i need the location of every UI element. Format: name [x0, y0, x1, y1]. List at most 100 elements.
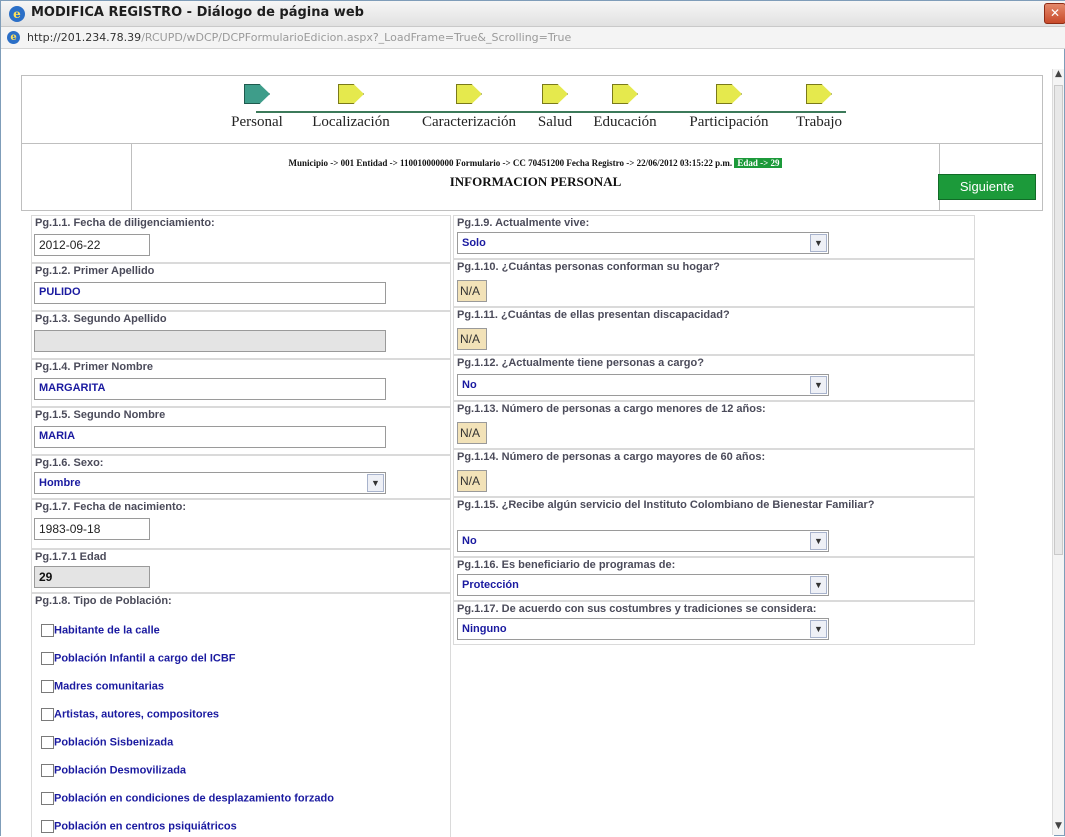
checkbox-icon[interactable]: [41, 680, 54, 693]
step-arrow-current-icon: [244, 84, 270, 104]
step-label: Localización: [312, 114, 390, 130]
fecha-nacimiento-input[interactable]: 1983-09-18: [34, 518, 150, 540]
field-label: Pg.1.9. Actualmente vive:: [457, 217, 590, 229]
checkbox-label: Habitante de la calle: [54, 624, 160, 637]
checkbox-centros-psiquiatricos[interactable]: Población en centros psiquiátricos: [41, 816, 237, 836]
costumbres-tradiciones-select[interactable]: Ninguno ▼: [457, 618, 829, 640]
costumbres-tradiciones-selected-value: Ninguno: [462, 623, 507, 635]
step-salud[interactable]: Salud: [532, 84, 578, 144]
checkbox-icon[interactable]: [41, 652, 54, 665]
checkbox-icon[interactable]: [41, 820, 54, 833]
field-primer-apellido: Pg.1.2. Primer Apellido PULIDO: [31, 263, 451, 311]
step-personal[interactable]: Personal: [218, 84, 296, 144]
actualmente-vive-select[interactable]: Solo ▼: [457, 232, 829, 254]
programas-beneficiario-select[interactable]: Protección ▼: [457, 574, 829, 596]
url-text: http://201.234.78.39/RCUPD/wDCP/DCPFormu…: [27, 31, 571, 44]
checkbox-icon[interactable]: [41, 792, 54, 805]
chevron-down-icon[interactable]: ▼: [810, 576, 827, 594]
checkbox-habitante-calle[interactable]: Habitante de la calle: [41, 620, 160, 640]
form-header: Personal Localización Caracterización Sa…: [21, 75, 1043, 211]
field-label: Pg.1.14. Número de personas a cargo mayo…: [457, 451, 766, 463]
url-host: http://201.234.78.39: [27, 31, 142, 44]
step-navigation: Personal Localización Caracterización Sa…: [22, 76, 1042, 144]
field-label: Pg.1.7. Fecha de nacimiento:: [35, 501, 186, 513]
checkbox-madres-comunitarias[interactable]: Madres comunitarias: [41, 676, 164, 696]
scrollbar-thumb[interactable]: [1054, 85, 1063, 555]
step-participacion[interactable]: Participación: [674, 84, 784, 144]
step-arrow-icon: [806, 84, 832, 104]
edad-input[interactable]: 29: [34, 566, 150, 588]
checkbox-label: Población Sisbenizada: [54, 736, 174, 749]
record-breadcrumb: Municipio -> 001 Entidad -> 110010000000…: [132, 158, 939, 168]
personas-a-cargo-select[interactable]: No ▼: [457, 374, 829, 396]
segundo-apellido-input[interactable]: [34, 330, 386, 352]
checkbox-label: Población Desmovilizada: [54, 764, 187, 777]
chevron-down-icon[interactable]: ▼: [810, 234, 827, 252]
step-localizacion[interactable]: Localización: [298, 84, 404, 144]
menores-12-input[interactable]: N/A: [457, 422, 487, 444]
sexo-selected-value: Hombre: [39, 477, 81, 489]
step-label: Caracterización: [421, 114, 517, 130]
step-arrow-icon: [542, 84, 568, 104]
checkbox-icon[interactable]: [41, 764, 54, 777]
next-button[interactable]: Siguiente: [938, 174, 1036, 200]
field-fecha-diligenciamiento: Pg.1.1. Fecha de diligenciamiento: 2012-…: [31, 215, 451, 263]
field-primer-nombre: Pg.1.4. Primer Nombre MARGARITA: [31, 359, 451, 407]
field-label: Pg.1.5. Segundo Nombre: [35, 409, 166, 421]
personas-a-cargo-selected-value: No: [462, 379, 477, 391]
field-personas-discapacidad: Pg.1.11. ¿Cuántas de ellas presentan dis…: [453, 307, 975, 355]
chevron-down-icon[interactable]: ▼: [367, 474, 384, 492]
checkbox-icon[interactable]: [41, 708, 54, 721]
breadcrumb-text: Municipio -> 001 Entidad -> 110010000000…: [288, 158, 733, 168]
step-trabajo[interactable]: Trabajo: [786, 84, 852, 144]
field-personas-hogar: Pg.1.10. ¿Cuántas personas conforman su …: [453, 259, 975, 307]
field-label: Pg.1.6. Sexo:: [35, 457, 104, 469]
personas-discapacidad-input[interactable]: N/A: [457, 328, 487, 350]
step-educacion[interactable]: Educación: [580, 84, 670, 144]
step-arrow-icon: [612, 84, 638, 104]
primer-apellido-input[interactable]: PULIDO: [34, 282, 386, 304]
field-segundo-nombre: Pg.1.5. Segundo Nombre MARIA: [31, 407, 451, 455]
title-bar: e MODIFICA REGISTRO - Diálogo de página …: [1, 1, 1065, 27]
field-label: Pg.1.13. Número de personas a cargo meno…: [457, 403, 766, 415]
field-label: Pg.1.10. ¿Cuántas personas conforman su …: [457, 261, 720, 273]
scroll-up-icon[interactable]: ▲: [1053, 69, 1064, 83]
section-title: INFORMACION PERSONAL: [449, 174, 622, 189]
fecha-diligenciamiento-input[interactable]: 2012-06-22: [34, 234, 150, 256]
chevron-down-icon[interactable]: ▼: [810, 532, 827, 550]
checkbox-poblacion-infantil-icbf[interactable]: Población Infantil a cargo del ICBF: [41, 648, 236, 668]
field-costumbres-tradiciones: Pg.1.17. De acuerdo con sus costumbres y…: [453, 601, 975, 645]
field-programas-beneficiario: Pg.1.16. Es beneficiario de programas de…: [453, 557, 975, 601]
checkbox-poblacion-sisbenizada[interactable]: Población Sisbenizada: [41, 732, 173, 752]
field-edad: Pg.1.7.1 Edad 29: [31, 549, 451, 593]
page-icon: e: [7, 31, 20, 44]
scroll-down-icon[interactable]: ▼: [1053, 821, 1064, 835]
servicio-icbf-select[interactable]: No ▼: [457, 530, 829, 552]
step-label: Educación: [593, 114, 657, 130]
checkbox-label: Población en centros psiquiátricos: [54, 820, 237, 833]
chevron-down-icon[interactable]: ▼: [810, 376, 827, 394]
page-content: Personal Localización Caracterización Sa…: [1, 49, 1054, 837]
close-button[interactable]: ✕: [1044, 3, 1065, 24]
personas-hogar-input[interactable]: N/A: [457, 280, 487, 302]
checkbox-poblacion-desmovilizada[interactable]: Población Desmovilizada: [41, 760, 186, 780]
info-left-cell: [22, 144, 132, 210]
window-title: MODIFICA REGISTRO - Diálogo de página we…: [31, 5, 364, 20]
checkbox-label: Población Infantil a cargo del ICBF: [54, 652, 236, 665]
chevron-down-icon[interactable]: ▼: [810, 620, 827, 638]
step-label: Trabajo: [795, 114, 843, 130]
sexo-select[interactable]: Hombre ▼: [34, 472, 386, 494]
url-path: /RCUPD/wDCP/DCPFormularioEdicion.aspx?_L…: [141, 31, 572, 44]
primer-nombre-input[interactable]: MARGARITA: [34, 378, 386, 400]
checkbox-artistas[interactable]: Artistas, autores, compositores: [41, 704, 219, 724]
servicio-icbf-selected-value: No: [462, 535, 477, 547]
checkbox-icon[interactable]: [41, 736, 54, 749]
checkbox-icon[interactable]: [41, 624, 54, 637]
field-segundo-apellido: Pg.1.3. Segundo Apellido: [31, 311, 451, 359]
field-label: Pg.1.12. ¿Actualmente tiene personas a c…: [457, 357, 704, 369]
checkbox-desplazamiento-forzado[interactable]: Población en condiciones de desplazamien…: [41, 788, 334, 808]
segundo-nombre-input[interactable]: MARIA: [34, 426, 386, 448]
step-caracterizacion[interactable]: Caracterización: [406, 84, 532, 144]
mayores-60-input[interactable]: N/A: [457, 470, 487, 492]
vertical-scrollbar[interactable]: ▲ ▼: [1052, 69, 1064, 835]
